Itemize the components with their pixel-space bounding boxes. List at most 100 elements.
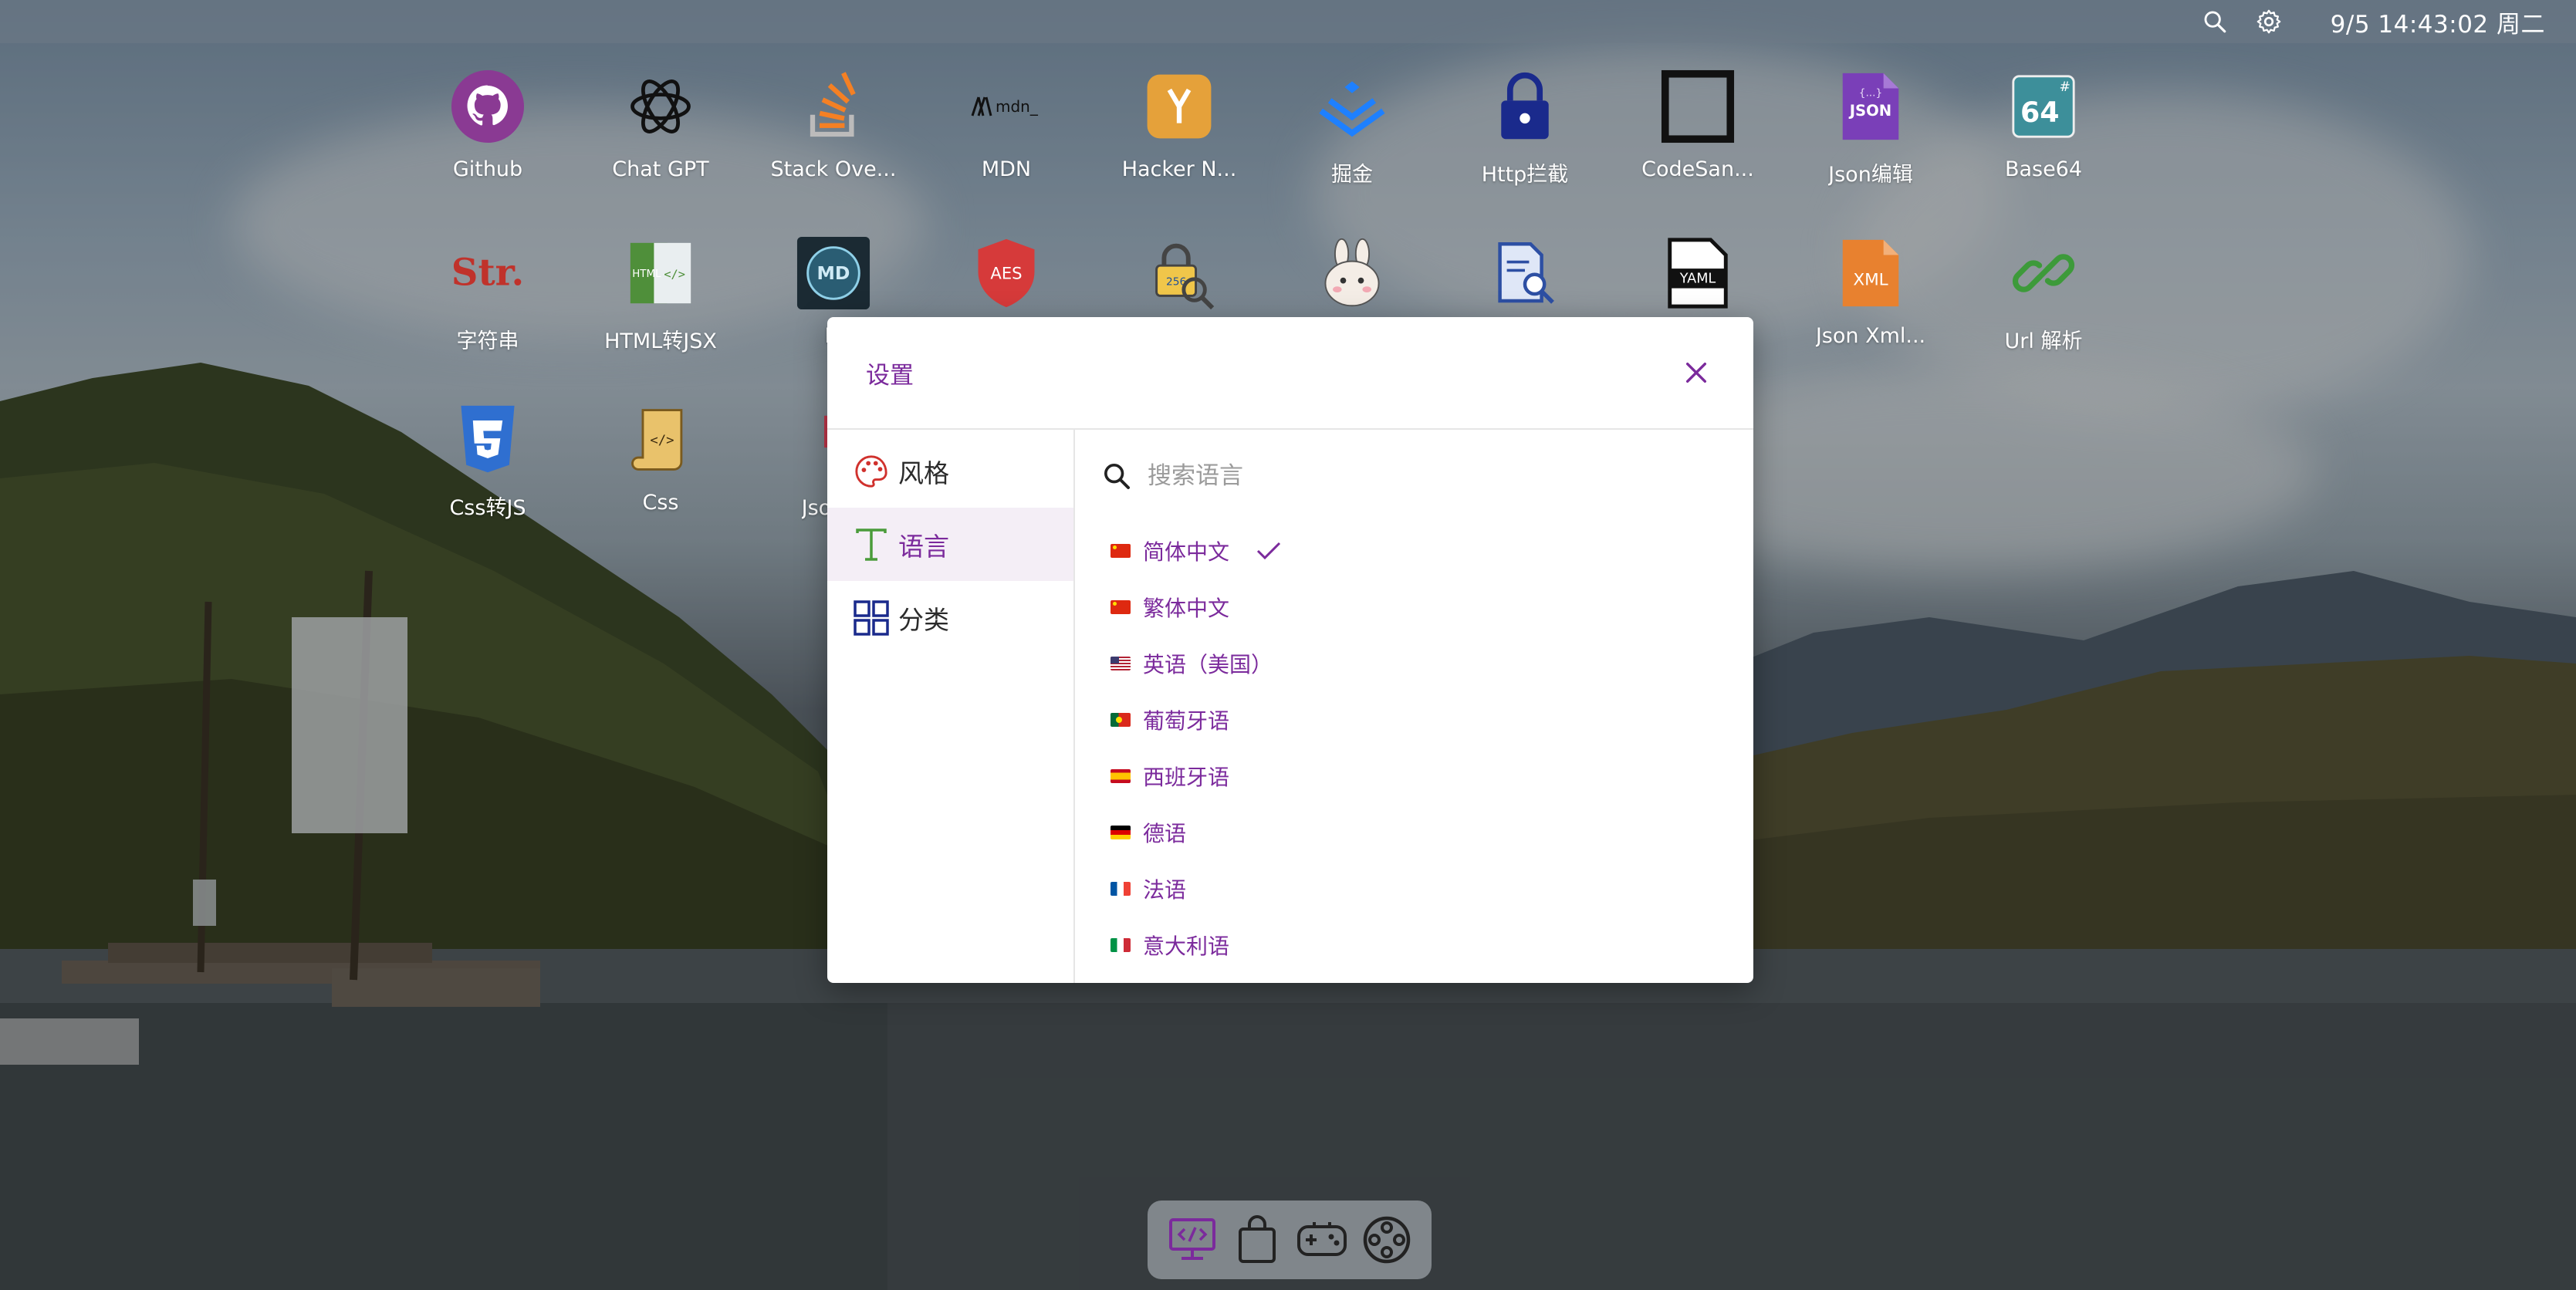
app-label: 字符串 xyxy=(456,329,519,353)
app-css[interactable]: </> Css xyxy=(583,400,738,515)
sidebar-item-category[interactable]: 分类 xyxy=(827,581,1073,654)
app-json-editor[interactable]: JSON {...} Json编辑 xyxy=(1793,66,1948,187)
gamepad-icon[interactable] xyxy=(1294,1212,1350,1268)
flag-us-icon xyxy=(1111,656,1131,670)
app-css-to-js[interactable]: Css转JS xyxy=(411,400,565,521)
language-panel: 简体中文 繁体中文 英语（美国） 葡萄牙语 西班牙语 xyxy=(1075,430,1753,983)
search-icon[interactable] xyxy=(2201,8,2229,35)
sidebar-item-language[interactable]: 语言 xyxy=(827,508,1073,581)
app-label: Url 解析 xyxy=(2004,329,2083,353)
settings-dialog: 设置 风格 语言 分类 搜索语言 简体中文 繁体中文 英语（美国） 葡萄牙语 西… xyxy=(827,317,1753,983)
app-string[interactable]: Str. 字符串 xyxy=(411,233,565,354)
codesandbox-icon xyxy=(1658,66,1738,147)
flag-de-icon xyxy=(1111,825,1131,839)
app-stackoverflow[interactable]: Stack Ove... xyxy=(756,66,911,181)
code-monitor-icon[interactable] xyxy=(1165,1212,1220,1268)
svg-text:AES: AES xyxy=(990,264,1022,283)
app-html-to-jsx[interactable]: HTML </> HTML转JSX xyxy=(583,233,738,354)
app-label: CodeSan... xyxy=(1641,157,1754,181)
search-icon xyxy=(1104,464,1130,489)
md-icon: MD xyxy=(793,233,874,313)
text-icon xyxy=(852,525,891,564)
css-scroll-icon: </> xyxy=(620,400,701,480)
svg-text:Str.: Str. xyxy=(451,251,524,294)
app-github[interactable]: Github xyxy=(411,66,565,181)
gear-icon[interactable] xyxy=(2255,8,2283,35)
search-input[interactable] xyxy=(1148,462,1688,490)
svg-text:mdn_: mdn_ xyxy=(996,97,1039,116)
stackoverflow-icon xyxy=(793,66,874,147)
app-base64[interactable]: 64 # Base64 xyxy=(1966,66,2121,181)
base64-icon: 64 # xyxy=(2003,66,2084,147)
svg-text:</>: </> xyxy=(650,433,674,448)
app-hackernews[interactable]: Hacker N... xyxy=(1102,66,1256,181)
language-search xyxy=(1101,453,1727,499)
lock-icon xyxy=(1485,66,1565,147)
app-chatgpt[interactable]: Chat GPT xyxy=(583,66,738,181)
xml-file-icon: XML xyxy=(1831,233,1911,313)
html-jsx-icon: HTML </> xyxy=(620,233,701,313)
grid-icon xyxy=(852,599,891,637)
openai-icon xyxy=(620,66,701,147)
app-doc-search[interactable] xyxy=(1448,233,1602,324)
svg-text:YAML: YAML xyxy=(1679,272,1716,287)
top-menu-bar: 9/5 14:43:02 周二 xyxy=(0,0,2576,43)
language-label: 葡萄牙语 xyxy=(1143,707,1230,734)
list-item[interactable]: 葡萄牙语 xyxy=(1101,691,1727,748)
dialog-header: 设置 xyxy=(827,317,1753,430)
mdn-icon: mdn_ xyxy=(966,66,1046,147)
flag-it-icon xyxy=(1111,937,1131,952)
string-icon: Str. xyxy=(448,233,528,313)
list-item[interactable]: 简体中文 xyxy=(1101,522,1727,579)
svg-text:#: # xyxy=(2060,79,2071,95)
json-file-icon: JSON {...} xyxy=(1831,66,1911,147)
film-reel-icon[interactable] xyxy=(1359,1212,1415,1268)
document-search-icon xyxy=(1485,233,1565,313)
app-label: Chat GPT xyxy=(612,157,709,181)
list-item[interactable]: 英语（美国） xyxy=(1101,635,1727,691)
svg-text:MD: MD xyxy=(817,262,850,284)
sidebar-item-label: 风格 xyxy=(898,458,949,488)
css3-icon xyxy=(448,400,528,480)
app-label: Css xyxy=(642,491,679,515)
app-aes[interactable]: AES xyxy=(929,233,1083,324)
flag-cn-icon xyxy=(1111,543,1131,558)
app-rabbit[interactable] xyxy=(1275,233,1429,324)
app-codesandbox[interactable]: CodeSan... xyxy=(1621,66,1775,181)
app-label: MDN xyxy=(981,157,1032,181)
app-label: Github xyxy=(452,157,523,181)
language-label: 繁体中文 xyxy=(1143,595,1230,621)
list-item[interactable]: 法语 xyxy=(1101,860,1727,917)
list-item[interactable]: 德语 xyxy=(1101,804,1727,860)
close-button[interactable] xyxy=(1678,354,1715,391)
shopping-bag-icon[interactable] xyxy=(1229,1212,1285,1268)
sidebar-item-label: 语言 xyxy=(898,531,949,562)
flag-cn-icon xyxy=(1111,599,1131,614)
svg-text:JSON: JSON xyxy=(1848,102,1891,120)
language-label: 意大利语 xyxy=(1143,933,1230,959)
app-label: HTML转JSX xyxy=(604,329,717,353)
flag-pt-icon xyxy=(1111,712,1131,727)
sha256-lock-icon: 256 xyxy=(1139,233,1219,313)
app-json-xml[interactable]: XML Json Xml... xyxy=(1793,233,1948,348)
link-icon xyxy=(2003,233,2084,313)
hackernews-icon xyxy=(1139,66,1219,147)
svg-text:HTML: HTML xyxy=(632,268,661,280)
svg-text:XML: XML xyxy=(1853,271,1888,290)
dock xyxy=(1148,1201,1432,1279)
sidebar-item-style[interactable]: 风格 xyxy=(827,434,1073,508)
app-http-intercept[interactable]: Http拦截 xyxy=(1448,66,1602,187)
close-icon xyxy=(1685,362,1707,383)
palette-icon xyxy=(852,452,891,491)
list-item[interactable]: 西班牙语 xyxy=(1101,748,1727,804)
app-mdn[interactable]: mdn_ MDN xyxy=(929,66,1083,181)
juejin-icon xyxy=(1312,66,1392,147)
list-item[interactable]: 意大利语 xyxy=(1101,917,1727,973)
svg-text:</>: </> xyxy=(664,268,685,282)
app-sha256[interactable]: 256 xyxy=(1102,233,1256,324)
language-label: 西班牙语 xyxy=(1143,764,1230,790)
list-item[interactable]: 繁体中文 xyxy=(1101,579,1727,635)
app-label: Hacker N... xyxy=(1121,157,1237,181)
app-url-parse[interactable]: Url 解析 xyxy=(1966,233,2121,354)
app-juejin[interactable]: 掘金 xyxy=(1275,66,1429,187)
